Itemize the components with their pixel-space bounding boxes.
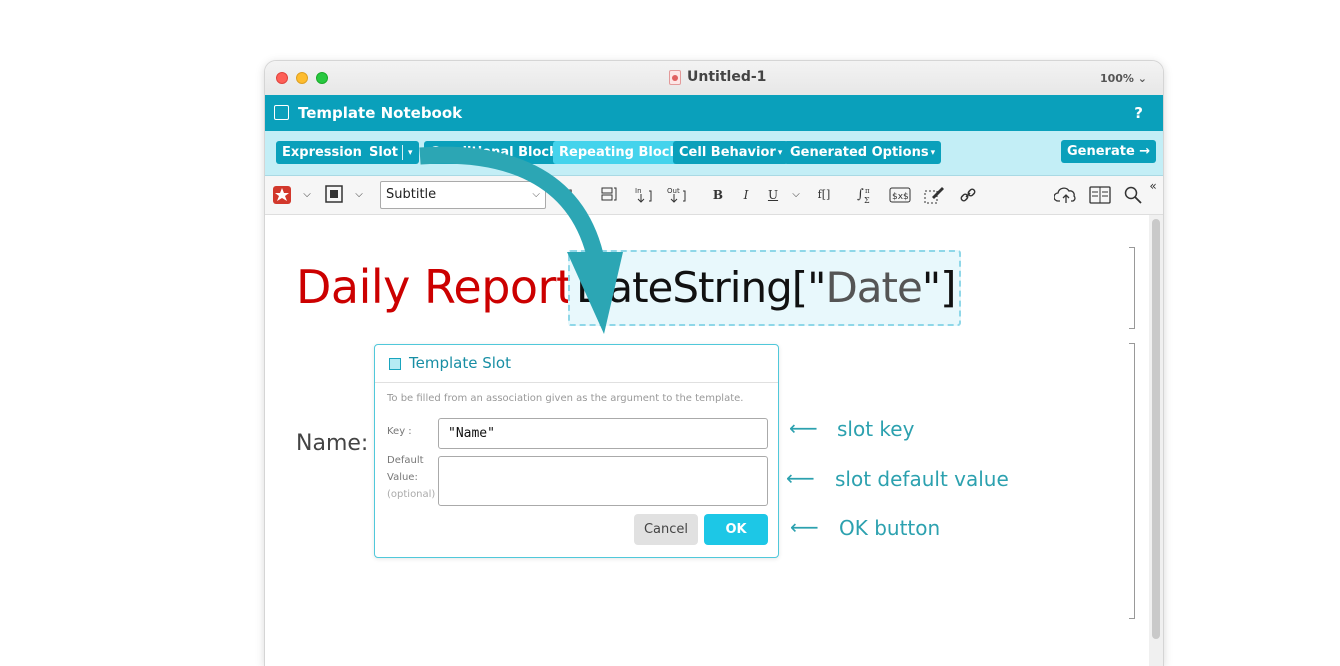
inline-math-icon[interactable]: $x$ <box>889 185 911 205</box>
chevron-down-icon: ⌵ <box>532 189 540 200</box>
italic-icon[interactable]: I <box>739 185 753 205</box>
left-arrow-icon: ⟵ <box>786 466 815 490</box>
drawing-icon[interactable] <box>923 185 945 205</box>
svg-text:$x$: $x$ <box>892 192 909 202</box>
cell-behavior-button[interactable]: Cell Behavior ▾ <box>673 141 789 164</box>
conditional-block-button[interactable]: Conditional Block <box>424 141 564 164</box>
default-value-label: Default Value: (optional) <box>387 452 435 503</box>
dialog-title: Template Slot <box>409 354 511 372</box>
callout-ok-button: OK button <box>839 516 941 540</box>
callout-slot-key: slot key <box>837 417 915 441</box>
title-bar: Untitled-1 100% ⌄ <box>265 61 1163 96</box>
chevron-down-icon[interactable]: ⌵ <box>301 185 313 205</box>
svg-text:Σ: Σ <box>864 196 870 205</box>
chevron-down-icon: ⌄ <box>1137 72 1147 85</box>
slot-icon <box>389 358 401 370</box>
left-arrow-icon: ⟵ <box>789 416 818 440</box>
slot-expression-tail: "] <box>921 263 957 312</box>
svg-text:Out: Out <box>667 187 680 195</box>
cell-style-value: Subtitle <box>386 187 437 202</box>
chevron-down-icon[interactable]: ⌵ <box>790 185 802 205</box>
maximize-window-button[interactable] <box>316 72 328 84</box>
notebook-icon <box>274 105 289 120</box>
window-title: Untitled-1 <box>687 69 767 85</box>
output-cell-icon[interactable]: Out <box>666 185 688 205</box>
svg-text:∫: ∫ <box>857 187 864 202</box>
chevron-down-icon[interactable]: ⌵ <box>353 185 365 205</box>
slot-expression[interactable]: DateString["Date"] <box>576 263 957 312</box>
minimize-window-button[interactable] <box>296 72 308 84</box>
cell-group-icon[interactable] <box>599 185 619 205</box>
bold-icon[interactable]: B <box>711 185 725 205</box>
default-label-line1: Default <box>387 455 424 466</box>
scrollbar-thumb[interactable] <box>1152 219 1160 639</box>
generate-button[interactable]: Generate → <box>1061 140 1157 163</box>
cell-style-select[interactable]: Subtitle ⌵ <box>380 181 546 209</box>
math-input-icon[interactable]: ∫ π Σ <box>856 185 878 205</box>
underline-icon[interactable]: U <box>766 185 780 205</box>
slot-button-label: Slot <box>369 145 398 160</box>
bracket-icon[interactable]: ▯] <box>561 185 573 205</box>
chevron-down-icon[interactable]: ▾ <box>408 142 413 165</box>
template-notebook-title: Template Notebook <box>298 104 463 122</box>
cancel-button[interactable]: Cancel <box>634 514 698 545</box>
generated-options-button[interactable]: Generated Options ▾ <box>784 141 942 164</box>
report-title-text: Daily Report: <box>296 260 589 314</box>
link-icon[interactable] <box>957 185 979 205</box>
slot-expression-head: DateString[" <box>576 263 826 312</box>
cell-behavior-label: Cell Behavior <box>679 145 776 160</box>
svg-text:In: In <box>635 187 642 195</box>
svg-text:π: π <box>865 187 870 195</box>
optional-label: (optional) <box>387 489 436 500</box>
vertical-scrollbar[interactable] <box>1149 215 1163 666</box>
divider <box>401 145 403 160</box>
left-arrow-icon: ⟵ <box>790 515 819 539</box>
ok-button[interactable]: OK <box>704 514 768 545</box>
dialog-description: To be filled from an association given a… <box>387 393 744 404</box>
default-label-line2: Value: <box>387 472 418 483</box>
search-icon[interactable] <box>1122 185 1144 205</box>
cell-bracket[interactable] <box>1129 247 1135 329</box>
input-cell-icon[interactable]: In <box>633 185 655 205</box>
dialog-header: Template Slot <box>375 345 778 383</box>
chevron-down-icon: ▾ <box>777 148 783 158</box>
generated-options-label: Generated Options <box>790 145 929 160</box>
wolfram-icon[interactable] <box>272 185 292 205</box>
chevron-down-icon: ▾ <box>930 148 936 158</box>
collapse-toolbar-icon[interactable]: « <box>1147 176 1159 196</box>
help-button[interactable]: ? <box>1134 104 1143 122</box>
slot-default-value-input[interactable] <box>438 456 768 506</box>
template-slot-dialog: Template Slot To be filled from an assoc… <box>374 344 779 558</box>
close-window-button[interactable] <box>276 72 288 84</box>
zoom-level: 100% <box>1099 72 1134 85</box>
template-button-bar: Expression Slot ▾ Conditional Block Repea… <box>265 131 1163 176</box>
key-label: Key : <box>387 426 412 437</box>
slot-button[interactable]: Slot ▾ <box>363 141 419 164</box>
formatting-toolbar: ⌵ ⌵ Subtitle ⌵ ▯] In Out B I U ⌵ f[] ∫ π Σ … <box>265 176 1163 215</box>
cloud-upload-icon[interactable] <box>1053 185 1078 205</box>
repeating-block-button[interactable]: Repeating Block <box>553 141 685 164</box>
slot-expression-string: Date <box>825 263 922 312</box>
zoom-menu[interactable]: 100% ⌄ <box>1100 72 1147 85</box>
cell-bracket-icon[interactable] <box>324 185 344 205</box>
slot-key-input[interactable]: "Name" <box>438 418 768 449</box>
callout-slot-default-value: slot default value <box>835 467 1009 491</box>
function-icon[interactable]: f[] <box>813 185 835 205</box>
name-label: Name: <box>296 431 369 456</box>
cell-bracket[interactable] <box>1129 343 1135 619</box>
expression-button[interactable]: Expression <box>276 141 368 164</box>
template-notebook-header: Template Notebook ? <box>265 95 1163 131</box>
notebook-view-icon[interactable] <box>1088 185 1112 205</box>
document-icon <box>669 70 681 85</box>
